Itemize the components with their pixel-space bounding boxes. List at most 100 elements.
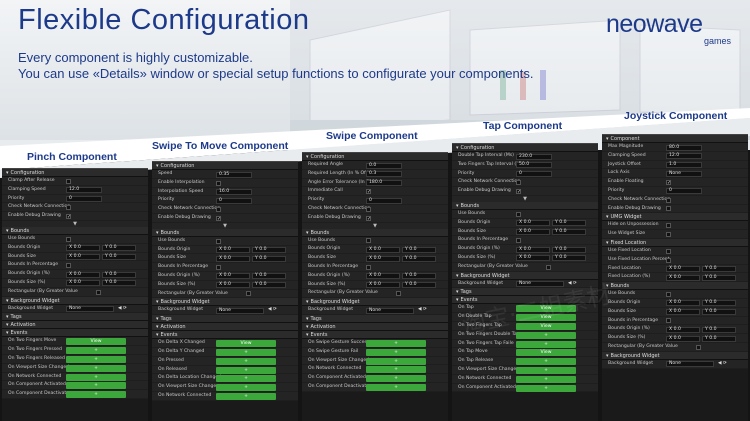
add-event-button[interactable]: + <box>366 339 426 347</box>
fixed-y[interactable]: Y 0.0 <box>702 266 736 273</box>
add-event-button[interactable]: + <box>516 384 576 392</box>
add-event-button[interactable]: + <box>366 357 426 365</box>
origin-pct-x[interactable]: X 0.0 <box>666 326 700 333</box>
view-button[interactable]: View <box>66 338 126 346</box>
widget-size-checkbox[interactable] <box>666 231 671 237</box>
section-fixed-location[interactable]: Fixed Location <box>602 238 748 247</box>
add-event-button[interactable]: + <box>66 391 126 399</box>
percent-checkbox[interactable] <box>216 264 221 270</box>
add-event-button[interactable]: + <box>216 384 276 392</box>
section-umg-widget[interactable]: UMG Widget <box>602 213 748 222</box>
priority-input[interactable]: 0 <box>366 197 402 204</box>
section-bounds[interactable]: Bounds <box>452 201 598 210</box>
size-pct-x[interactable]: X 0.0 <box>216 282 250 289</box>
add-event-button[interactable]: + <box>216 348 276 356</box>
fixed-x[interactable]: X 0.0 <box>666 266 700 273</box>
add-event-button[interactable]: + <box>516 331 576 339</box>
percent-checkbox[interactable] <box>366 264 371 270</box>
rect-checkbox[interactable] <box>396 291 401 297</box>
hide-checkbox[interactable] <box>666 223 671 229</box>
add-event-button[interactable]: + <box>216 392 276 400</box>
size-pct-y[interactable]: Y 0.0 <box>552 255 586 262</box>
debug-checkbox[interactable] <box>66 213 71 222</box>
add-event-button[interactable]: + <box>66 355 126 363</box>
bg-widget-select[interactable]: None <box>366 307 414 314</box>
add-event-button[interactable]: + <box>516 340 576 348</box>
section-activation[interactable]: Activation <box>2 321 148 330</box>
browse-icon[interactable]: ◀ ⟳ <box>268 306 277 315</box>
size-x[interactable]: X 0.0 <box>516 229 550 236</box>
add-event-button[interactable]: + <box>366 383 426 391</box>
section-background-widget[interactable]: Background Widget <box>152 298 298 307</box>
network-checkbox[interactable] <box>516 180 521 186</box>
add-event-button[interactable]: + <box>66 347 126 355</box>
section-tags[interactable]: Tags <box>152 315 298 324</box>
size-x[interactable]: X 0.0 <box>216 255 250 262</box>
origin-y[interactable]: Y 0.0 <box>552 220 586 227</box>
section-tags[interactable]: Tags <box>2 313 148 322</box>
section-configuration[interactable]: Configuration <box>2 169 148 177</box>
floating-checkbox[interactable] <box>666 179 671 188</box>
section-bounds[interactable]: Bounds <box>302 228 448 237</box>
size-y[interactable]: Y 0.0 <box>102 254 136 261</box>
section-events[interactable]: Events <box>152 331 298 340</box>
percent-checkbox[interactable] <box>666 318 671 324</box>
section-events[interactable]: Events <box>2 329 148 338</box>
size-y[interactable]: Y 0.0 <box>702 309 736 316</box>
size-pct-x[interactable]: X 0.0 <box>666 335 700 342</box>
size-pct-x[interactable]: X 0.0 <box>366 282 400 289</box>
add-event-button[interactable]: + <box>516 375 576 383</box>
section-activation[interactable]: Activation <box>302 322 448 331</box>
section-configuration[interactable]: Configuration <box>452 144 598 152</box>
size-pct-x[interactable]: X 0.0 <box>516 255 550 262</box>
origin-pct-y[interactable]: Y 0.0 <box>402 273 436 280</box>
section-background-widget[interactable]: Background Widget <box>452 271 598 280</box>
required-length-input[interactable]: 0.3 <box>366 171 402 178</box>
origin-x[interactable]: X 0.0 <box>516 220 550 227</box>
size-pct-y[interactable]: Y 0.0 <box>702 335 736 342</box>
origin-x[interactable]: X 0.0 <box>66 245 100 252</box>
origin-pct-x[interactable]: X 0.0 <box>216 273 250 280</box>
add-event-button[interactable]: + <box>216 375 276 383</box>
section-configuration[interactable]: Configuration <box>152 162 298 170</box>
origin-y[interactable]: Y 0.0 <box>702 300 736 307</box>
section-configuration[interactable]: Configuration <box>302 153 448 161</box>
view-button[interactable]: View <box>216 340 276 348</box>
rect-checkbox[interactable] <box>546 264 551 270</box>
clamping-speed-input[interactable]: 12.0 <box>666 153 702 160</box>
section-events[interactable]: Events <box>302 330 448 339</box>
debug-checkbox[interactable] <box>666 206 671 212</box>
bg-widget-select[interactable]: None <box>216 307 264 314</box>
section-bounds[interactable]: Bounds <box>2 226 148 235</box>
interp-checkbox[interactable] <box>216 180 221 186</box>
origin-y[interactable]: Y 0.0 <box>402 246 436 253</box>
fixed-pct-x[interactable]: X 0.0 <box>666 274 700 281</box>
add-event-button[interactable]: + <box>366 375 426 383</box>
fixed-checkbox[interactable] <box>666 248 671 254</box>
origin-pct-y[interactable]: Y 0.0 <box>552 246 586 253</box>
network-checkbox[interactable] <box>216 206 221 212</box>
add-event-button[interactable]: + <box>66 364 126 372</box>
priority-input[interactable]: 0 <box>666 188 702 195</box>
origin-y[interactable]: Y 0.0 <box>102 245 136 252</box>
size-pct-y[interactable]: Y 0.0 <box>252 282 286 289</box>
add-event-button[interactable]: + <box>216 366 276 374</box>
view-button[interactable]: View <box>516 349 576 357</box>
origin-x[interactable]: X 0.0 <box>366 246 400 253</box>
offset-input[interactable]: 1.0 <box>666 162 702 169</box>
use-bounds-checkbox[interactable] <box>216 238 221 244</box>
use-bounds-checkbox[interactable] <box>366 238 371 244</box>
size-x[interactable]: X 0.0 <box>366 255 400 262</box>
section-background-widget[interactable]: Background Widget <box>2 296 148 305</box>
origin-pct-y[interactable]: Y 0.0 <box>102 271 136 278</box>
lock-axis-select[interactable]: None <box>666 170 702 177</box>
percent-checkbox[interactable] <box>66 263 71 269</box>
priority-input[interactable]: 0 <box>516 171 552 178</box>
bg-widget-select[interactable]: None <box>666 361 714 368</box>
size-x[interactable]: X 0.0 <box>666 309 700 316</box>
section-tags[interactable]: Tags <box>302 314 448 323</box>
rect-checkbox[interactable] <box>246 291 251 297</box>
priority-input[interactable]: 0 <box>216 197 252 204</box>
browse-icon[interactable]: ◀ ⟳ <box>118 305 127 314</box>
add-event-button[interactable]: + <box>216 357 276 365</box>
